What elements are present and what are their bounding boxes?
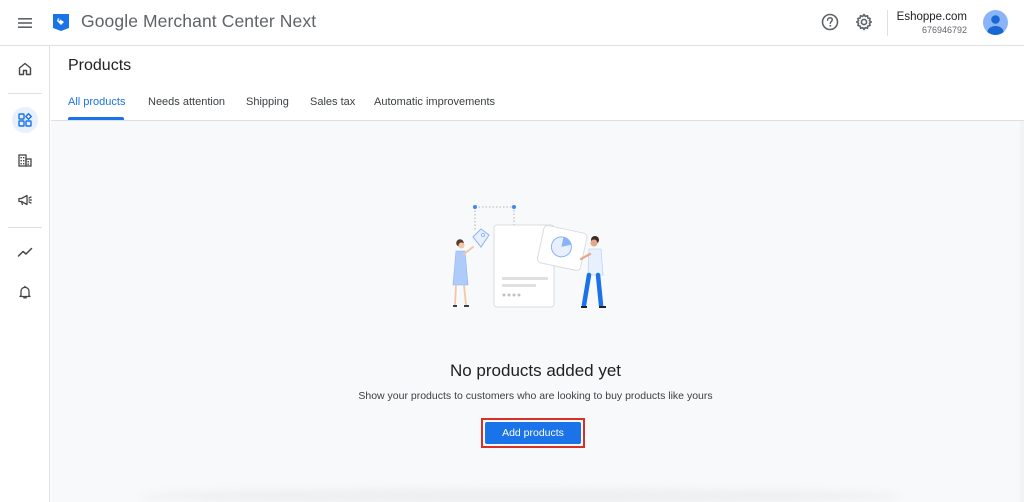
empty-products-illustration xyxy=(452,205,606,308)
page-title: Products xyxy=(68,57,132,74)
trending-icon xyxy=(17,247,33,257)
home-icon xyxy=(18,62,32,76)
nav-notifications[interactable] xyxy=(12,279,38,305)
account-id: 676946792 xyxy=(921,25,967,35)
app-title: Google Merchant Center Next xyxy=(81,11,317,31)
tab-automatic-improvements[interactable]: Automatic improvements xyxy=(374,96,495,108)
help-button[interactable] xyxy=(820,12,840,32)
account-switcher[interactable]: Eshoppe.com 676946792 xyxy=(897,10,967,36)
add-products-highlight: Add products xyxy=(481,418,585,448)
avatar[interactable] xyxy=(983,10,1008,35)
tab-shipping[interactable]: Shipping xyxy=(246,96,289,108)
empty-state-title: No products added yet xyxy=(449,361,622,380)
user-icon xyxy=(987,15,1004,35)
bottom-shadow xyxy=(141,489,901,502)
nav-home[interactable] xyxy=(12,56,38,82)
gear-icon xyxy=(855,13,873,31)
nav-products[interactable] xyxy=(12,107,38,133)
nav-business[interactable] xyxy=(12,147,38,173)
content-scrollbar[interactable] xyxy=(1020,121,1024,502)
active-tab-indicator xyxy=(68,117,124,120)
top-app-bar: Google Merchant Center Next Eshoppe.com … xyxy=(0,0,1024,46)
business-icon xyxy=(18,154,32,167)
nav-marketing[interactable] xyxy=(12,187,38,213)
megaphone-icon xyxy=(18,194,33,206)
tab-all-products[interactable]: All products xyxy=(68,96,125,108)
nav-separator xyxy=(8,227,42,228)
merchant-center-logo-icon xyxy=(53,14,69,31)
add-products-button[interactable]: Add products xyxy=(485,422,581,444)
main-menu-button[interactable] xyxy=(12,10,38,36)
account-name: Eshoppe.com xyxy=(896,11,967,23)
products-empty-state: No products added yet Show your products… xyxy=(51,121,1020,502)
nav-performance[interactable] xyxy=(12,239,38,265)
empty-state-subtitle: Show your products to customers who are … xyxy=(358,390,713,402)
help-icon xyxy=(821,13,839,31)
nav-separator xyxy=(8,93,42,94)
bell-icon xyxy=(19,285,31,299)
tab-sales-tax[interactable]: Sales tax xyxy=(310,96,355,108)
side-navigation xyxy=(0,46,50,502)
header-divider xyxy=(887,10,888,36)
settings-button[interactable] xyxy=(854,12,874,32)
page-header: Products All products Needs attention Sh… xyxy=(51,46,1024,121)
tab-needs-attention[interactable]: Needs attention xyxy=(148,96,225,108)
products-grid-icon xyxy=(18,112,33,127)
menu-icon xyxy=(18,18,32,28)
